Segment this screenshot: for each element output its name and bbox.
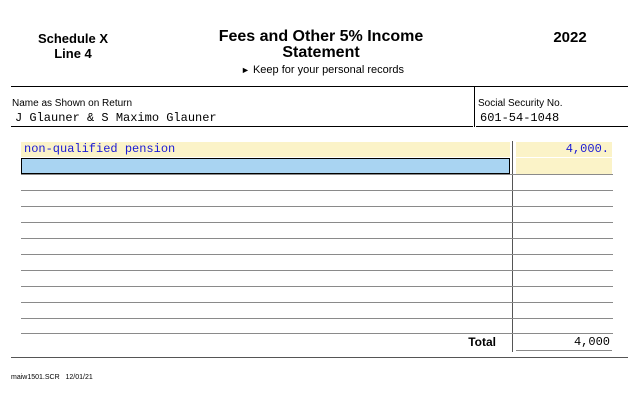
keep-note: ► Keep for your personal records: [200, 64, 445, 76]
row-1-description[interactable]: non-qualified pension: [21, 142, 510, 157]
name-value[interactable]: J Glauner & S Maximo Glauner: [15, 111, 217, 125]
table-row-line: [21, 318, 613, 319]
table-row-line: [21, 270, 613, 271]
form-title: Fees and Other 5% Income Statement: [195, 29, 447, 61]
row-2-amount[interactable]: [516, 158, 612, 174]
row-1-amount[interactable]: 4,000.: [516, 142, 612, 157]
table-row-line: [21, 190, 613, 191]
arrow-right-icon: ►: [240, 65, 250, 75]
title-line1: Fees and Other 5% Income: [218, 28, 424, 45]
title-line2: Statement: [282, 44, 360, 61]
name-underline: [11, 126, 473, 127]
footer-divider: [11, 357, 628, 358]
form-id: maiw1501.SCR: [11, 374, 60, 381]
table-row-line: [21, 254, 613, 255]
ssn-label: Social Security No.: [478, 98, 563, 109]
total-label: Total: [468, 335, 496, 349]
total-value: 4,000: [573, 335, 610, 349]
table-row-line: [21, 333, 613, 334]
form-date: 12/01/21: [65, 374, 93, 381]
ssn-divider: [474, 86, 475, 127]
table-row-line: [21, 174, 613, 175]
table-row-line: [21, 206, 613, 207]
ssn-value[interactable]: 601-54-1048: [480, 111, 559, 125]
total-underline: [516, 350, 612, 351]
footer-info: maiw1501.SCR 12/01/21: [11, 374, 93, 381]
schedule-label: Schedule X Line 4: [18, 31, 128, 61]
name-label: Name as Shown on Return: [12, 98, 133, 109]
table-row-line: [21, 286, 613, 287]
keep-note-text: Keep for your personal records: [252, 64, 404, 76]
header-divider: [11, 86, 628, 87]
table-row-line: [21, 238, 613, 239]
ssn-underline: [476, 126, 628, 127]
tax-year: 2022: [553, 29, 587, 46]
row-2-description[interactable]: [21, 158, 510, 174]
table-row-line: [21, 302, 613, 303]
column-divider: [512, 141, 513, 352]
table-row-line: [21, 222, 613, 223]
schedule-line2: Line 4: [54, 46, 92, 61]
schedule-line1: Schedule X: [37, 31, 109, 46]
